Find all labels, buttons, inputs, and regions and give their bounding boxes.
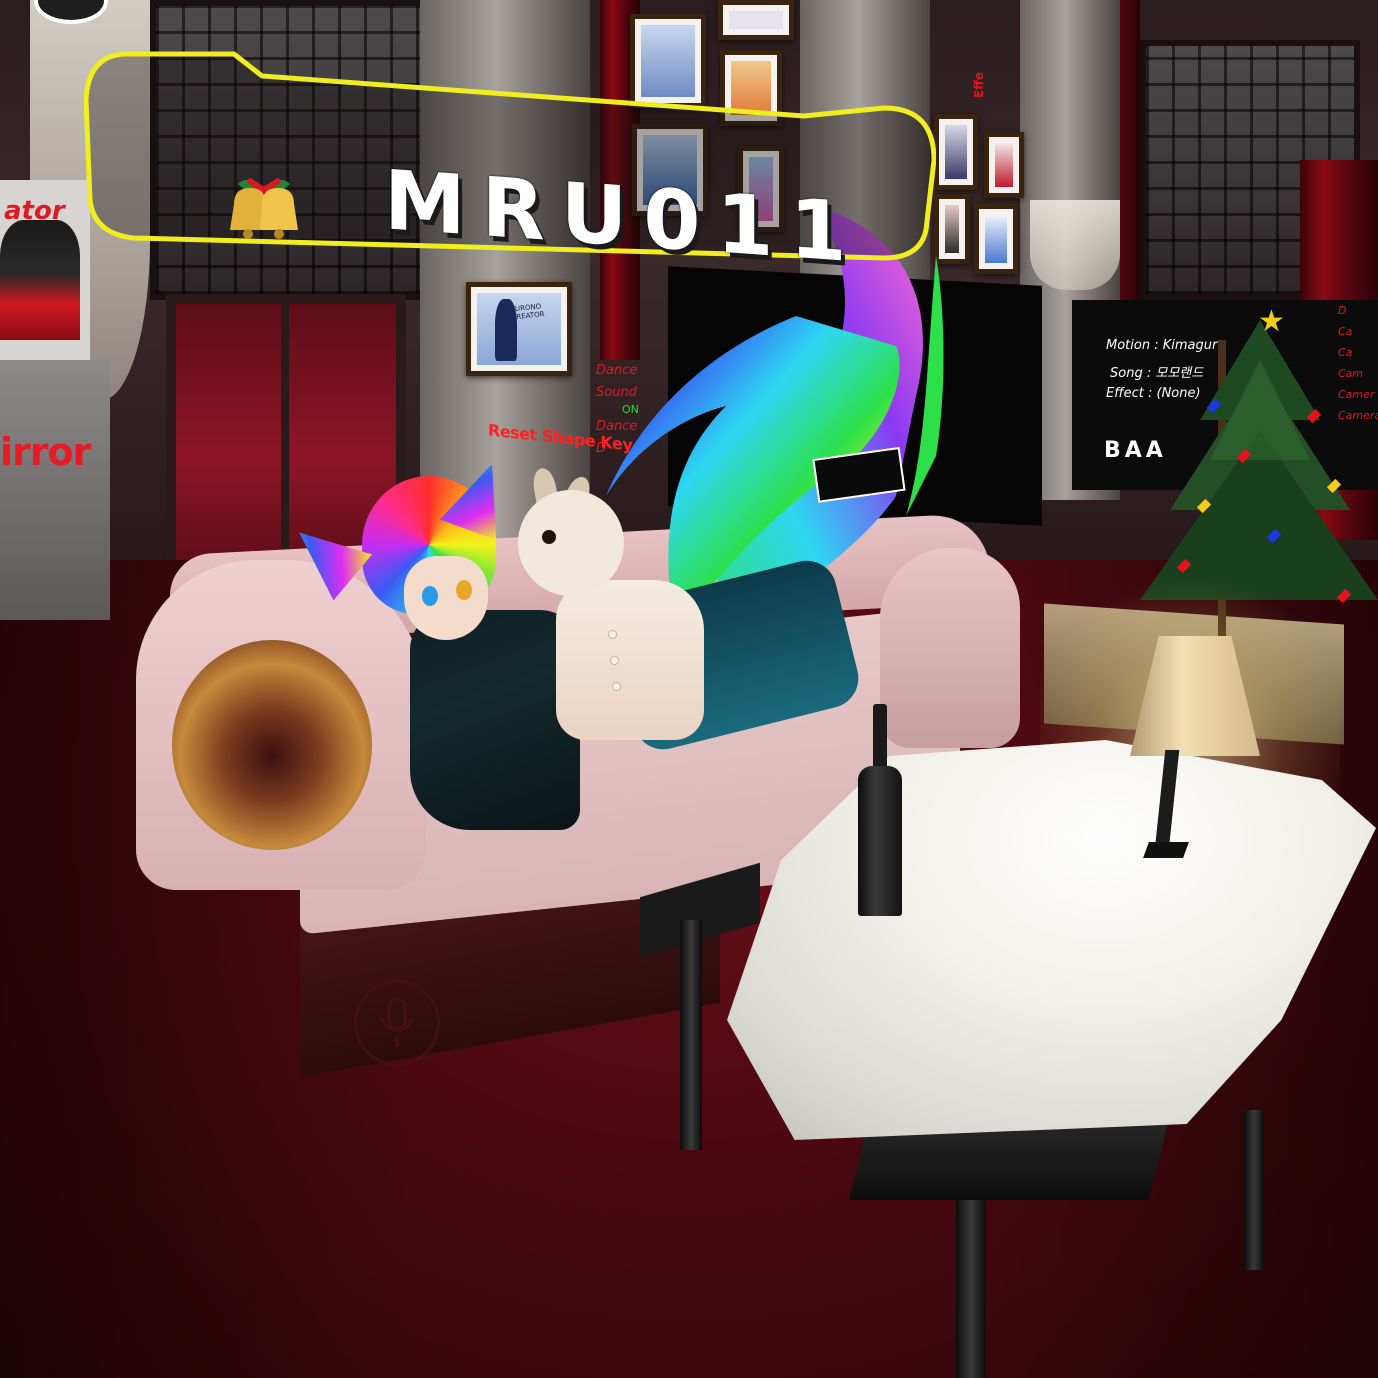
picture-frame	[934, 114, 978, 190]
microphone-icon	[354, 980, 440, 1066]
goat-eye	[542, 530, 556, 544]
avatar-eye-blue	[422, 586, 438, 606]
poster-text: KURONO CREATOR	[510, 302, 545, 322]
lace-drape	[1030, 200, 1120, 290]
star-icon: ★	[1258, 304, 1285, 339]
tablecloth	[727, 740, 1376, 1140]
coat-button	[612, 682, 621, 691]
creator-avatar-image	[0, 220, 80, 340]
mirror-toggle-button[interactable]: irror	[0, 430, 91, 474]
effect-key: Effect	[1106, 386, 1144, 401]
player-nameplate[interactable]: MRU011	[84, 50, 936, 282]
mirror-pedestal	[0, 360, 110, 620]
picture-frame	[718, 0, 794, 40]
table-leg	[956, 1170, 986, 1378]
table-leg	[680, 920, 702, 1150]
avatar-face	[404, 556, 488, 640]
cloth-table	[700, 740, 1376, 1150]
picture-frame	[984, 132, 1024, 198]
coat-button	[608, 630, 617, 639]
goat-avatar-head	[518, 490, 624, 596]
poster-silhouette	[495, 299, 517, 361]
poster-frame: KURONO CREATOR	[466, 282, 572, 376]
avatar-jacket	[410, 610, 580, 830]
goat-avatar-body	[556, 580, 704, 740]
sofa-armrest-left	[136, 560, 426, 890]
coat-button	[610, 656, 619, 665]
picture-frame	[974, 204, 1018, 274]
wine-bottle[interactable]	[858, 704, 902, 916]
creator-label: ator	[4, 196, 65, 226]
vr-scene: KURONO CREATOR Effe ator irror Dance Sou…	[0, 0, 1378, 1378]
effect-wall-sign: Effe	[972, 71, 987, 99]
christmas-bells-icon	[218, 154, 310, 246]
song-key: Song	[1110, 366, 1143, 381]
avatar-eye-gold	[456, 580, 472, 600]
table-lamp-base	[1143, 842, 1189, 858]
